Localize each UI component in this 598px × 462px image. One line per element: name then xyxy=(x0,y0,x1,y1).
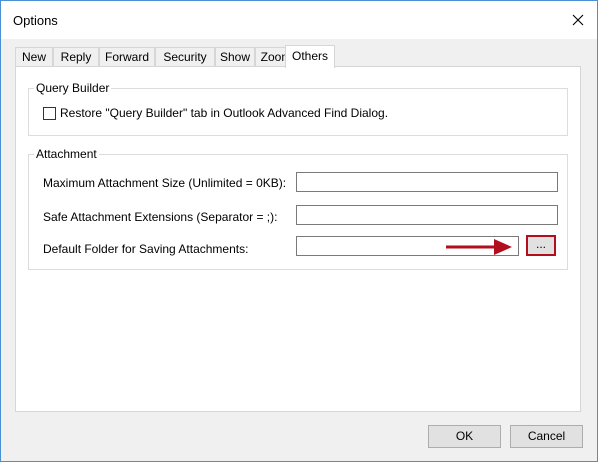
max-attachment-size-label: Maximum Attachment Size (Unlimited = 0KB… xyxy=(43,176,287,190)
cancel-button[interactable]: Cancel xyxy=(510,425,583,448)
close-button[interactable] xyxy=(565,7,591,33)
options-dialog: Options New Reply Forward Security Show … xyxy=(0,0,598,462)
attachment-title: Attachment xyxy=(34,147,99,161)
tab-security[interactable]: Security xyxy=(155,47,215,66)
browse-folder-button[interactable]: ... xyxy=(526,235,556,256)
query-builder-group: Query Builder Restore "Query Builder" ta… xyxy=(28,81,568,136)
window-title: Options xyxy=(13,13,58,28)
tab-others[interactable]: Others xyxy=(285,45,335,68)
ok-button[interactable]: OK xyxy=(428,425,501,448)
restore-query-builder-label: Restore "Query Builder" tab in Outlook A… xyxy=(60,106,389,120)
query-builder-title: Query Builder xyxy=(34,81,112,95)
tab-new[interactable]: New xyxy=(15,47,53,66)
arrow-icon xyxy=(446,239,512,255)
safe-extensions-input[interactable] xyxy=(296,205,558,225)
title-bar: Options xyxy=(1,1,597,39)
tab-show[interactable]: Show xyxy=(215,47,255,66)
tab-forward[interactable]: Forward xyxy=(99,47,155,66)
safe-extensions-label: Safe Attachment Extensions (Separator = … xyxy=(43,210,278,224)
attachment-group: Attachment Maximum Attachment Size (Unli… xyxy=(28,147,568,270)
tab-reply[interactable]: Reply xyxy=(53,47,99,66)
restore-query-builder-checkbox[interactable] xyxy=(43,107,56,120)
default-folder-label: Default Folder for Saving Attachments: xyxy=(43,242,249,256)
tab-panel-others: Query Builder Restore "Query Builder" ta… xyxy=(15,66,581,412)
max-attachment-size-input[interactable] xyxy=(296,172,558,192)
close-icon xyxy=(572,14,584,26)
